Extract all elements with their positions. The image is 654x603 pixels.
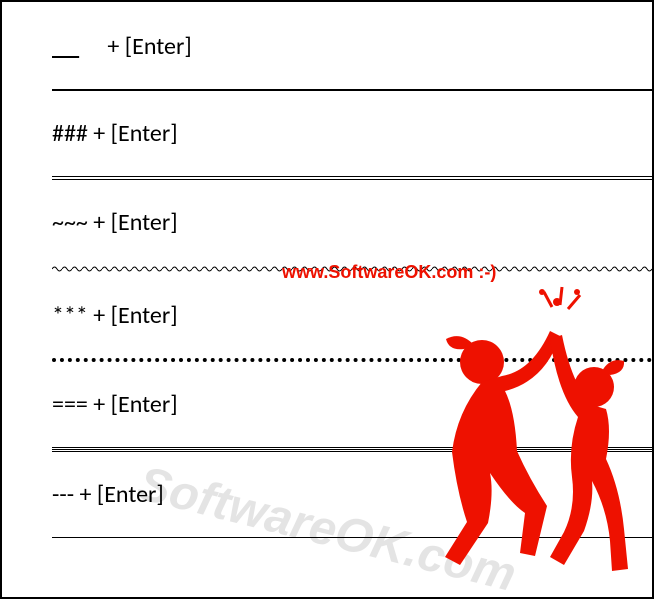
shortcut-underscore-text: + [Enter] [102,32,192,61]
shortcut-asterisk: *** + [Enter] [52,301,652,330]
divider-dotted-line [52,358,652,362]
shortcut-underscore: + [Enter] [52,32,652,61]
divider-double-line [52,176,652,180]
shortcut-hash: ### + [Enter] [52,119,652,148]
shortcut-equals: === + [Enter] [52,390,652,419]
divider-single-line [52,89,652,91]
divider-thin-line [52,537,652,538]
document-area: + [Enter] ### + [Enter] ~~~ + [Enter] **… [52,32,652,567]
shortcut-hyphen: --- + [Enter] [52,480,652,509]
divider-triple-line [52,447,652,452]
shortcut-tilde: ~~~ + [Enter] [52,208,652,237]
divider-wavy-line [52,265,652,273]
